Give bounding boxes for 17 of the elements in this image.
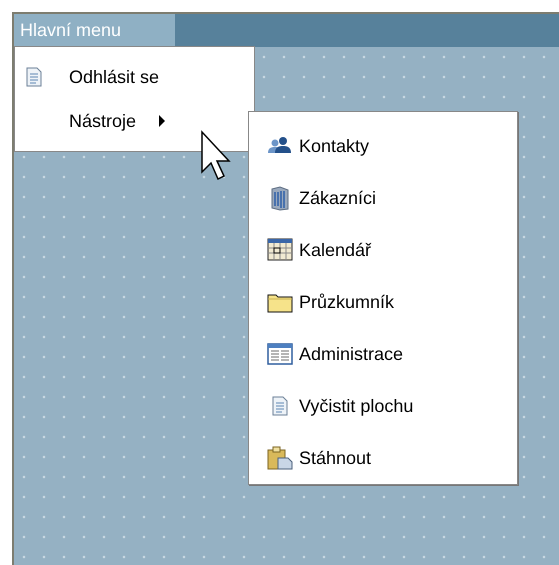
menu-item[interactable]: Kalendář [249, 236, 517, 264]
menu-item[interactable]: Zákazníci [249, 184, 517, 212]
menu-item[interactable]: Nástroje [15, 107, 166, 135]
list-window-icon [266, 342, 294, 366]
menu-item[interactable]: Průzkumník [249, 288, 517, 316]
building-icon [269, 185, 291, 211]
menu-item[interactable]: Stáhnout [249, 444, 517, 472]
menu-item[interactable]: Administrace [249, 340, 517, 368]
clipboard-icon [266, 445, 294, 471]
calendar-icon [266, 237, 294, 263]
menu-item[interactable]: Kontakty [249, 132, 517, 160]
submenu-arrow-icon [158, 115, 166, 127]
menu-item[interactable]: Vyčistit plochu [249, 392, 517, 420]
menu-item[interactable]: Odhlásit se [15, 63, 160, 91]
document-icon [25, 67, 43, 87]
people-icon [267, 136, 293, 156]
document-icon [271, 396, 289, 416]
